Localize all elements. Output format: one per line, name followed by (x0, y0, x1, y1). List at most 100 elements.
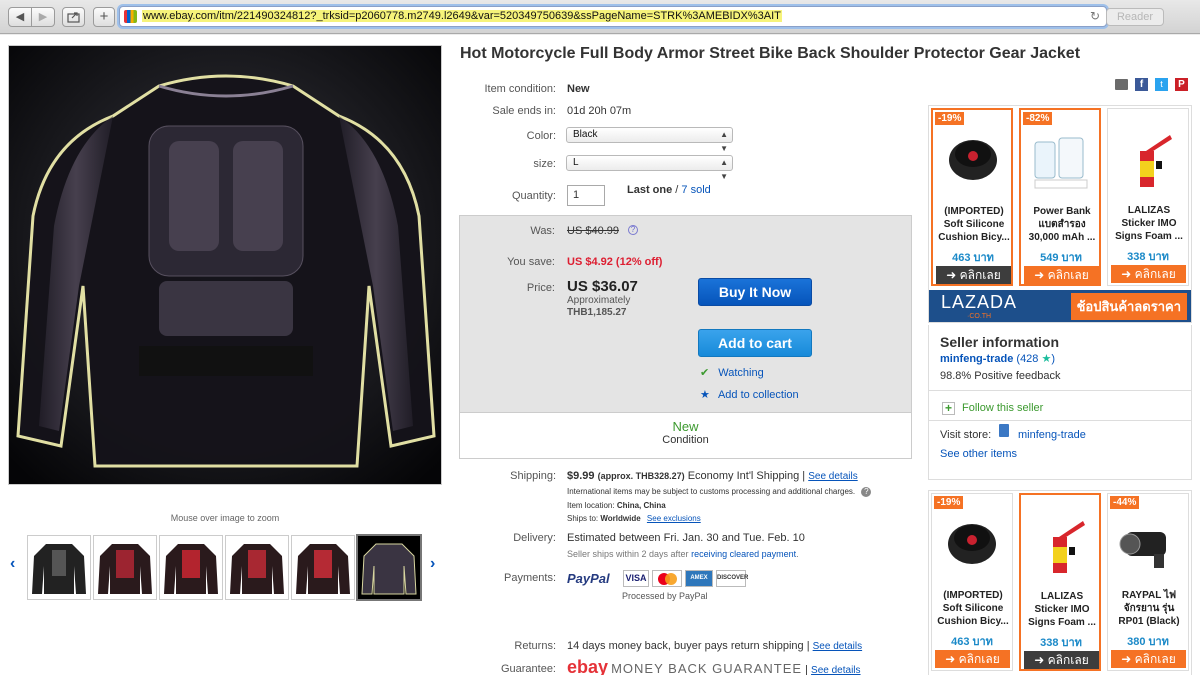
new-tab-button[interactable]: + (93, 7, 115, 27)
thumbnail-6-selected[interactable] (356, 534, 422, 601)
delivery-note-prefix: Seller ships within 2 days after (567, 549, 689, 559)
select-caret-icon: ▲ ▼ (720, 158, 728, 181)
forward-arrow-icon: ▶ (38, 11, 48, 23)
follow-plus-icon[interactable]: + (942, 402, 955, 415)
reload-icon[interactable]: ↻ (1090, 9, 1100, 23)
pinterest-icon[interactable]: P (1175, 78, 1188, 91)
approx-price: THB1,185.27 (567, 307, 627, 318)
ads_bottom-ad-card-2[interactable]: LALIZAS Sticker IMO Signs Foam ... 338 บา… (1019, 493, 1101, 671)
back-arrow-icon: ◀ (15, 11, 25, 23)
play-icon: ➜ (1121, 652, 1135, 666)
was-price: US $40.99 (567, 225, 619, 237)
ads_top-ad-card-3[interactable]: LALIZAS Sticker IMO Signs Foam ... 338 บา… (1107, 108, 1189, 286)
guarantee-row: ebay MONEY BACK GUARANTEE | See details (567, 657, 861, 675)
add-to-cart-button[interactable]: Add to cart (698, 329, 812, 357)
ad-product-name: Power Bank แบตสำรอง 30,000 mAh ... (1028, 206, 1096, 243)
lazada-banner[interactable]: LAZADA ·CO.TH ช้อปสินค้าลดราคา (929, 290, 1191, 322)
seller-name-link[interactable]: minfeng-trade (940, 353, 1013, 365)
watching-link[interactable]: Watching (718, 367, 763, 379)
twitter-icon[interactable]: t (1155, 78, 1168, 91)
ad-click-button[interactable]: ➜ คลิกเลย (1024, 266, 1099, 284)
share-icon (66, 12, 80, 23)
back-button[interactable]: ◀ (8, 7, 32, 27)
size-select-value: L (573, 157, 579, 168)
discover-card-icon: DISCOVER (716, 570, 748, 587)
quantity-input[interactable]: 1 (567, 185, 605, 206)
address-bar[interactable]: www.ebay.com/itm/221490324812?_trksid=p2… (119, 6, 1107, 27)
lazada-shop-sale-button[interactable]: ช้อปสินค้าลดราคา (1070, 293, 1187, 320)
see-exclusions-link[interactable]: See exclusions (647, 514, 701, 523)
store-name-link[interactable]: minfeng-trade (1018, 429, 1086, 441)
amex-card-icon: AMEX (685, 570, 713, 587)
visit-store-label: Visit store: (940, 429, 992, 441)
plus-icon: + (99, 8, 109, 25)
thumbs-prev-arrow[interactable]: ‹ (10, 555, 15, 573)
buy-it-now-button[interactable]: Buy It Now (698, 278, 812, 306)
share-email-icon[interactable] (1115, 79, 1128, 90)
thumbnail-4[interactable] (225, 535, 289, 600)
add-to-collection-link[interactable]: Add to collection (718, 389, 799, 401)
jacket-thumb-image (230, 544, 284, 594)
ad-click-label: คลิกเลย (1047, 268, 1089, 282)
ad-click-label: คลิกเลย (958, 652, 1000, 666)
payments-label: Payments: (504, 572, 556, 584)
lazada-logo: LAZADA (941, 292, 1018, 312)
thumbnail-5[interactable] (291, 535, 355, 600)
play-icon: ➜ (1034, 268, 1048, 282)
seller-score-link[interactable]: (428 (1016, 353, 1038, 365)
ad-product-name: RAYPAL ไฟ จักรยาน รุ่น RP01 (Black) (1118, 590, 1180, 627)
discount-badge: -44% (1110, 496, 1140, 509)
returns-row: 14 days money back, buyer pays return sh… (567, 640, 863, 652)
armor-jacket-image (9, 46, 441, 484)
forward-button[interactable]: ▶ (31, 7, 55, 27)
ads_bottom-ad-card-3[interactable]: -44% RAYPAL ไฟ จักรยาน รุ่น RP01 (Black) 3… (1107, 493, 1189, 671)
approx-label: Approximately (567, 295, 631, 306)
follow-seller-link[interactable]: Follow this seller (962, 402, 1043, 414)
add-to-collection-row[interactable]: ★ Add to collection (700, 388, 799, 401)
watching-row[interactable]: ✔ Watching (700, 366, 764, 379)
ads_top-ad-card-2[interactable]: -82% Power Bank แบตสำรอง 30,000 mAh ... 54… (1019, 108, 1101, 286)
shipping-see-details-link[interactable]: See details (808, 471, 857, 482)
facebook-icon[interactable]: f (1135, 78, 1148, 91)
returns-value: 14 days money back, buyer pays return sh… (567, 640, 804, 652)
ad-click-button[interactable]: ➜ คลิกเลย (1024, 651, 1099, 669)
info-icon[interactable]: ? (628, 225, 638, 235)
ad-click-button[interactable]: ➜ คลิกเลย (1111, 265, 1186, 283)
ad-price: 549 บาท (1040, 252, 1082, 264)
ad-click-label: คลิกเลย (1134, 267, 1176, 281)
ad-click-label: คลิกเลย (1134, 652, 1176, 666)
condition-caption: Condition (662, 434, 709, 446)
sold-count-link[interactable]: 7 sold (681, 184, 710, 196)
ad-click-button[interactable]: ➜ คลิกเลย (936, 266, 1011, 284)
main-product-image[interactable] (8, 45, 442, 485)
ad-click-button[interactable]: ➜ คลิกเลย (1111, 650, 1186, 668)
reader-button[interactable]: Reader (1106, 8, 1164, 26)
help-icon[interactable]: ? (861, 487, 872, 497)
you-save-label: You save: (507, 256, 555, 268)
guarantee-see-details-link[interactable]: See details (811, 665, 860, 675)
lazada-ad-panel-top[interactable]: i -19%(IMPORTED) Soft Silicone Cushion B… (928, 105, 1192, 323)
thumbnail-1[interactable] (27, 535, 91, 600)
ads_top-ad-card-1[interactable]: -19% (IMPORTED) Soft Silicone Cushion Bic… (931, 108, 1013, 286)
returns-see-details-link[interactable]: See details (813, 641, 862, 652)
ad-click-label: คลิกเลย (959, 268, 1001, 282)
checkmark-icon: ✔ (700, 367, 710, 379)
color-select[interactable]: Black ▲ ▼ (566, 127, 733, 153)
select-caret-icon: ▲ ▼ (720, 130, 728, 153)
thumbnail-3[interactable] (159, 535, 223, 600)
size-select[interactable]: L ▲ ▼ (566, 155, 733, 181)
lazada-ad-panel-bottom[interactable]: i -19%(IMPORTED) Soft Silicone Cushion B… (928, 490, 1192, 675)
cleared-payment-link[interactable]: receiving cleared payment (691, 549, 796, 559)
ads_bottom-ad-card-1[interactable]: -19% (IMPORTED) Soft Silicone Cushion Bic… (931, 493, 1013, 671)
ships-to-value: Worldwide (600, 514, 641, 523)
quantity-label: Quantity: (511, 190, 556, 202)
ad-click-button[interactable]: ➜ คลิกเลย (935, 650, 1010, 668)
thumbs-next-arrow[interactable]: › (430, 555, 435, 573)
share-button[interactable] (62, 7, 85, 27)
url-text: www.ebay.com/itm/221490324812?_trksid=p2… (142, 10, 782, 22)
availability: Last one / 7 sold (627, 184, 711, 196)
thumbnail-2[interactable] (93, 535, 157, 600)
color-select-value: Black (573, 129, 598, 140)
delivery-estimate: Estimated between Fri. Jan. 30 and Tue. … (567, 532, 805, 544)
see-other-items-link[interactable]: See other items (940, 448, 1017, 460)
